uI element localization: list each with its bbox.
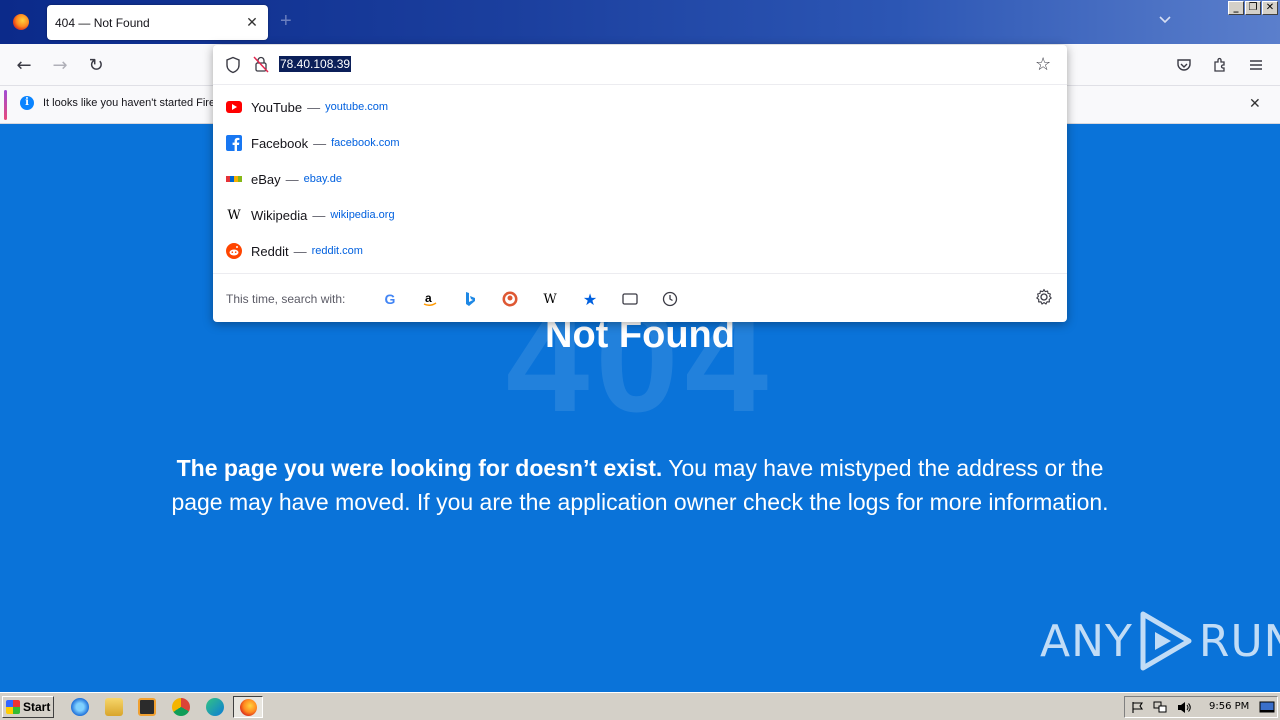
watermark-left: ANY [1040,615,1133,667]
system-tray: 9:56 PM [1124,696,1278,718]
window-controls: _ ❐ ✕ [1228,1,1278,15]
tab-strip: 404 — Not Found ✕ + _ ❐ ✕ [0,0,1280,44]
suggestion-title: Facebook [251,135,309,151]
suggestion-separator: — [312,207,326,223]
new-tab-button[interactable]: + [280,10,292,32]
bing-icon[interactable] [459,288,481,310]
tab-404[interactable]: 404 — Not Found ✕ [47,5,268,40]
reload-button[interactable]: ↻ [84,53,108,77]
reddit-icon [226,243,242,259]
tabs-icon[interactable] [619,288,641,310]
gear-icon[interactable] [1035,288,1053,306]
anyrun-watermark: ANY RUN [1040,610,1280,672]
wikipedia-icon: W [227,207,241,223]
error-message-bold: The page you were looking for doesn’t ex… [176,455,663,481]
urlbar-input-row[interactable]: 78.40.108.39 ☆ [213,45,1067,85]
windows-logo-icon [6,700,20,714]
flag-icon[interactable] [1131,701,1145,714]
internet-explorer-icon[interactable] [71,698,89,716]
search-with-label: This time, search with: [226,292,346,306]
firefox-taskbar-button[interactable] [233,696,263,718]
start-label: Start [23,700,51,714]
suggestion-title: eBay [251,171,281,187]
suggestion-separator: — [285,171,299,187]
history-icon[interactable] [659,288,681,310]
pocket-button[interactable] [1172,53,1196,77]
close-window-button[interactable]: ✕ [1262,1,1278,15]
volume-icon[interactable] [1177,701,1191,714]
search-engine-bar: This time, search with: G a W ★ [213,273,1067,322]
suggestion-separator: — [307,99,321,115]
suggestion-title: YouTube [251,99,303,115]
bookmark-star-icon[interactable]: ☆ [1035,54,1051,75]
firefox-icon [13,14,29,30]
close-tab-icon[interactable]: ✕ [244,14,260,31]
suggestion-url: ebay.de [303,173,342,185]
restore-button[interactable]: ❐ [1245,1,1261,15]
clock: 9:56 PM [1209,701,1250,712]
start-button[interactable]: Start [2,696,54,718]
suggestion-url: youtube.com [325,101,389,113]
notification-text: It looks like you haven't started Fire [43,97,216,109]
suggestion-url: facebook.com [331,137,400,149]
network-icon[interactable] [1153,701,1167,714]
url-input[interactable]: 78.40.108.39 [279,56,352,72]
suggestion-wikipedia[interactable]: W Wikipedia — wikipedia.org [213,197,1067,233]
urlbar-dropdown: 78.40.108.39 ☆ YouTube — youtube.com Fac… [213,45,1067,322]
suggestion-url: wikipedia.org [330,209,395,221]
extensions-button[interactable] [1208,53,1232,77]
svg-text:a: a [425,291,432,305]
shield-icon[interactable] [225,56,241,74]
suggestion-facebook[interactable]: Facebook — facebook.com [213,125,1067,161]
app-menu-button[interactable] [1244,53,1268,77]
wikipedia-search-icon[interactable]: W [539,288,561,310]
chrome-icon[interactable] [172,698,190,716]
minimize-button[interactable]: _ [1228,1,1244,15]
suggestion-reddit[interactable]: Reddit — reddit.com [213,233,1067,269]
hamburger-icon [1250,60,1262,70]
suggestion-separator: — [313,135,327,151]
suggestion-ebay[interactable]: eBay — ebay.de [213,161,1067,197]
bookmarks-icon[interactable]: ★ [579,288,601,310]
suggestion-title: Reddit [251,243,289,259]
suggestion-url: reddit.com [311,245,363,257]
close-notification-icon[interactable]: ✕ [1249,95,1261,112]
tab-title: 404 — Not Found [55,15,150,30]
youtube-icon [226,99,242,115]
google-icon[interactable]: G [379,288,401,310]
info-icon: i [20,96,34,110]
ebay-icon [226,171,242,187]
firefox-icon [240,699,257,716]
show-desktop-icon[interactable] [1259,701,1275,714]
facebook-icon [226,135,242,151]
edge-icon[interactable] [206,698,224,716]
chevron-down-icon [1159,16,1171,24]
insecure-lock-icon[interactable] [253,55,269,73]
suggestion-youtube[interactable]: YouTube — youtube.com [213,89,1067,125]
watermark-right: RUN [1198,615,1280,667]
pocket-icon [1177,59,1191,71]
taskbar: Start 9:56 PM [0,692,1280,720]
suggestion-title: Wikipedia [251,207,308,223]
error-message: The page you were looking for doesn’t ex… [160,451,1120,519]
notification-accent [4,90,7,120]
firefox-view-button[interactable] [0,0,42,44]
suggestion-separator: — [293,243,307,259]
back-button[interactable]: ← [12,53,36,77]
file-explorer-icon[interactable] [105,698,123,716]
play-logo-icon [1140,611,1192,671]
duckduckgo-icon[interactable] [499,288,521,310]
forward-button[interactable]: → [48,53,72,77]
media-player-icon[interactable] [138,698,156,716]
puzzle-icon [1214,57,1225,72]
list-all-tabs-button[interactable] [1158,12,1172,28]
amazon-icon[interactable]: a [419,288,441,310]
